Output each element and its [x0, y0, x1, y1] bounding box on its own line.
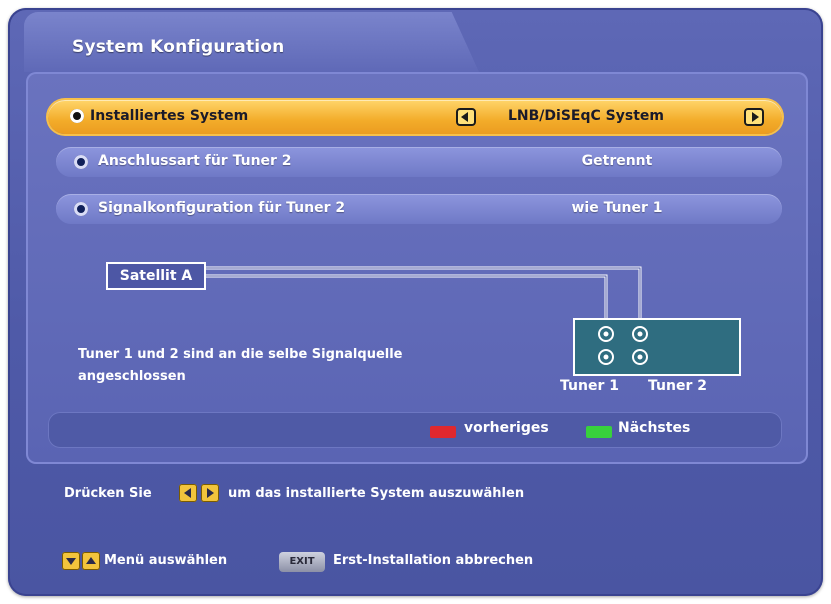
setting-value: wie Tuner 1: [571, 200, 663, 216]
left-key-icon: [179, 484, 197, 502]
green-button-icon: [586, 426, 612, 438]
info-line: Tuner 1 und 2 sind an die selbe Signalqu…: [78, 347, 403, 362]
setting-value: Getrennt: [581, 153, 653, 169]
page-title: System Konfiguration: [72, 37, 285, 57]
satellite-label: Satellit A: [106, 262, 206, 290]
arrow-right-icon[interactable]: [744, 108, 764, 126]
setting-label: Signalkonfiguration für Tuner 2: [98, 200, 346, 216]
setting-row-tuner2-connection[interactable]: Anschlussart für Tuner 2 Getrennt: [56, 147, 782, 177]
setting-value: LNB/DiSEqC System: [508, 108, 664, 124]
tuner-box: [573, 318, 741, 376]
bullet-icon: [74, 202, 88, 216]
down-key-icon: [62, 552, 80, 570]
menu-select-text: Menü auswählen: [104, 553, 228, 568]
exit-key-icon: EXIT: [279, 552, 325, 572]
tuner1-label: Tuner 1: [560, 378, 619, 394]
setting-row-installed-system[interactable]: Installiertes System LNB/DiSEqC System: [48, 100, 782, 134]
help-prefix: Drücken Sie: [64, 486, 152, 501]
red-button-icon: [430, 426, 456, 438]
info-line: angeschlossen: [78, 369, 186, 384]
setting-label: Installiertes System: [90, 108, 249, 124]
exit-text: Erst-Installation abbrechen: [333, 553, 534, 568]
next-label[interactable]: Nächstes: [618, 420, 690, 436]
setting-label: Anschlussart für Tuner 2: [98, 153, 292, 169]
up-key-icon: [82, 552, 100, 570]
right-key-icon: [201, 484, 219, 502]
prev-label[interactable]: vorheriges: [464, 420, 549, 436]
bullet-icon: [70, 109, 84, 123]
help-suffix: um das installierte System auszuwählen: [228, 486, 525, 501]
connection-info: Tuner 1 und 2 sind an die selbe Signalqu…: [78, 344, 498, 388]
bullet-icon: [74, 155, 88, 169]
setting-row-tuner2-signal[interactable]: Signalkonfiguration für Tuner 2 wie Tune…: [56, 194, 782, 224]
tuner2-label: Tuner 2: [648, 378, 707, 394]
help-line-1: Drücken Sie: [64, 486, 152, 501]
